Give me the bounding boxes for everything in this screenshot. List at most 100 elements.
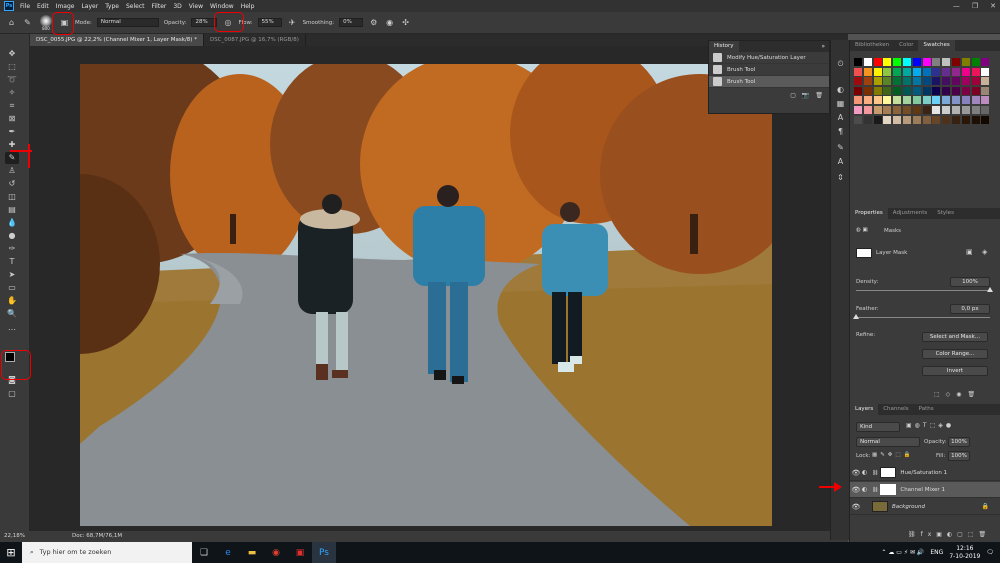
pen-tool-icon[interactable]: ✑ [5,243,19,255]
color-swatch[interactable] [932,67,941,76]
visibility-eye-icon[interactable]: 👁 [850,486,862,494]
color-swatch[interactable] [922,58,931,66]
gear-icon[interactable]: ⚙ [368,17,379,28]
layers-footer-icons[interactable]: ⛓fx▣◐▢⬚🗑 [908,531,991,538]
color-swatch[interactable] [883,77,892,86]
zoom-level[interactable]: 22,18% [4,531,25,542]
color-swatch[interactable] [922,67,931,76]
photoshop-taskbar-icon[interactable]: Ps [312,542,336,563]
color-swatch[interactable] [893,96,902,105]
layer-opacity-field[interactable]: 100% [948,437,970,447]
mode-select[interactable]: Normal [96,18,159,27]
symmetry-icon[interactable]: ✣ [400,17,411,28]
fill-field[interactable]: 100% [948,451,970,461]
lock-icon[interactable]: 🔒 [982,503,989,510]
color-swatch[interactable] [942,115,951,124]
color-swatch[interactable] [854,77,862,86]
color-swatch[interactable] [873,67,882,76]
color-swatch[interactable] [922,77,931,86]
color-swatch[interactable] [854,67,862,76]
history-item-selected[interactable]: Brush Tool [709,76,829,88]
layer-filter-icons[interactable]: ▣◍T⬚◈● [906,422,954,429]
lasso-tool-icon[interactable]: ➰ [5,74,19,86]
color-swatch[interactable] [854,58,862,66]
tab-swatches[interactable]: Swatches [918,40,955,51]
color-swatch[interactable] [854,106,862,114]
clock[interactable]: 12:16 7-10-2019 [949,545,980,561]
color-swatch[interactable] [903,96,911,105]
color-swatch[interactable] [952,67,960,76]
feather-slider-thumb[interactable] [853,314,859,319]
color-swatch[interactable] [912,115,921,124]
color-swatch[interactable] [912,106,921,114]
color-swatch[interactable] [981,67,990,76]
color-panel-icon[interactable]: ◐ [835,84,846,95]
color-swatch[interactable] [912,67,921,76]
layer-mask-thumbnail[interactable] [880,484,897,495]
color-swatch[interactable] [961,86,970,95]
tab-dsc-0087[interactable]: DSC_0087.JPG @ 16,7% (RGB/8) [204,34,306,46]
select-and-mask-button[interactable]: Select and Mask... [922,332,988,342]
layer-hue-saturation[interactable]: 👁 ◐ ⛓ Hue/Saturation 1 [850,465,1000,481]
color-swatch[interactable] [961,77,970,86]
color-swatch[interactable] [883,67,892,76]
color-swatch[interactable] [952,115,960,124]
flow-field[interactable]: 55% [257,18,282,27]
color-range-button[interactable]: Color Range... [922,349,988,359]
tab-styles[interactable]: Styles [932,208,959,219]
hand-tool-icon[interactable]: ✋ [5,295,19,307]
history-panel-icon[interactable]: ⏲ [835,58,846,69]
tab-properties[interactable]: Properties [850,208,888,219]
menu-file[interactable]: File [20,3,30,10]
tab-channels[interactable]: Channels [878,404,913,415]
color-swatch[interactable] [883,86,892,95]
color-swatch[interactable] [903,106,911,114]
more-tools-icon[interactable]: ⋯ [5,324,19,336]
chain-link-icon[interactable]: ⛓ [872,487,878,493]
menu-image[interactable]: Image [56,3,75,10]
restore-icon[interactable]: ❐ [972,0,978,12]
color-swatch[interactable] [981,77,990,86]
app-icon[interactable]: ▣ [288,542,312,563]
new-document-icon[interactable]: ▢ [790,92,796,99]
rectangle-tool-icon[interactable]: ▭ [5,282,19,294]
tab-dsc-0055[interactable]: DSC_0055.JPG @ 22,2% (Channel Mixer 1, L… [30,34,204,46]
color-swatch[interactable] [922,115,931,124]
density-slider[interactable] [856,290,990,291]
layer-mask-thumbnail[interactable] [880,467,897,478]
tab-layers[interactable]: Layers [850,404,879,415]
color-swatch[interactable] [863,67,872,76]
menu-select[interactable]: Select [126,3,145,10]
color-swatch[interactable] [873,58,882,66]
magic-wand-tool-icon[interactable]: ✧ [5,87,19,99]
color-swatch[interactable] [932,58,941,66]
brush-tool-icon[interactable]: ✎ [22,17,33,28]
color-swatch[interactable] [952,58,960,66]
color-swatch[interactable] [912,96,921,105]
color-swatch[interactable] [942,77,951,86]
menu-layer[interactable]: Layer [81,3,98,10]
color-swatch[interactable] [922,106,931,114]
color-swatch[interactable] [981,58,990,66]
color-swatch[interactable] [863,86,872,95]
tab-paths[interactable]: Paths [914,404,939,415]
color-swatch[interactable] [961,67,970,76]
stamp-tool-icon[interactable]: ♙ [5,165,19,177]
color-swatch[interactable] [893,106,902,114]
color-swatch[interactable] [873,106,882,114]
chrome-icon[interactable]: ◉ [264,542,288,563]
color-swatch[interactable] [903,115,911,124]
color-swatch[interactable] [854,86,862,95]
invert-button[interactable]: Invert [922,366,988,376]
history-item[interactable]: Brush Tool [709,64,829,76]
color-swatch[interactable] [893,58,902,66]
airbrush-icon[interactable]: ✈ [287,17,298,28]
dodge-tool-icon[interactable]: ● [5,230,19,242]
color-swatch[interactable] [893,77,902,86]
brush-tool-active-icon[interactable]: ✎ [5,152,19,164]
feather-slider[interactable] [856,317,990,318]
history-item[interactable]: Modify Hue/Saturation Layer [709,52,829,64]
pressure-size-icon[interactable]: ◉ [384,17,395,28]
color-swatch[interactable] [961,115,970,124]
swatches-panel-icon[interactable]: ▦ [835,98,846,109]
